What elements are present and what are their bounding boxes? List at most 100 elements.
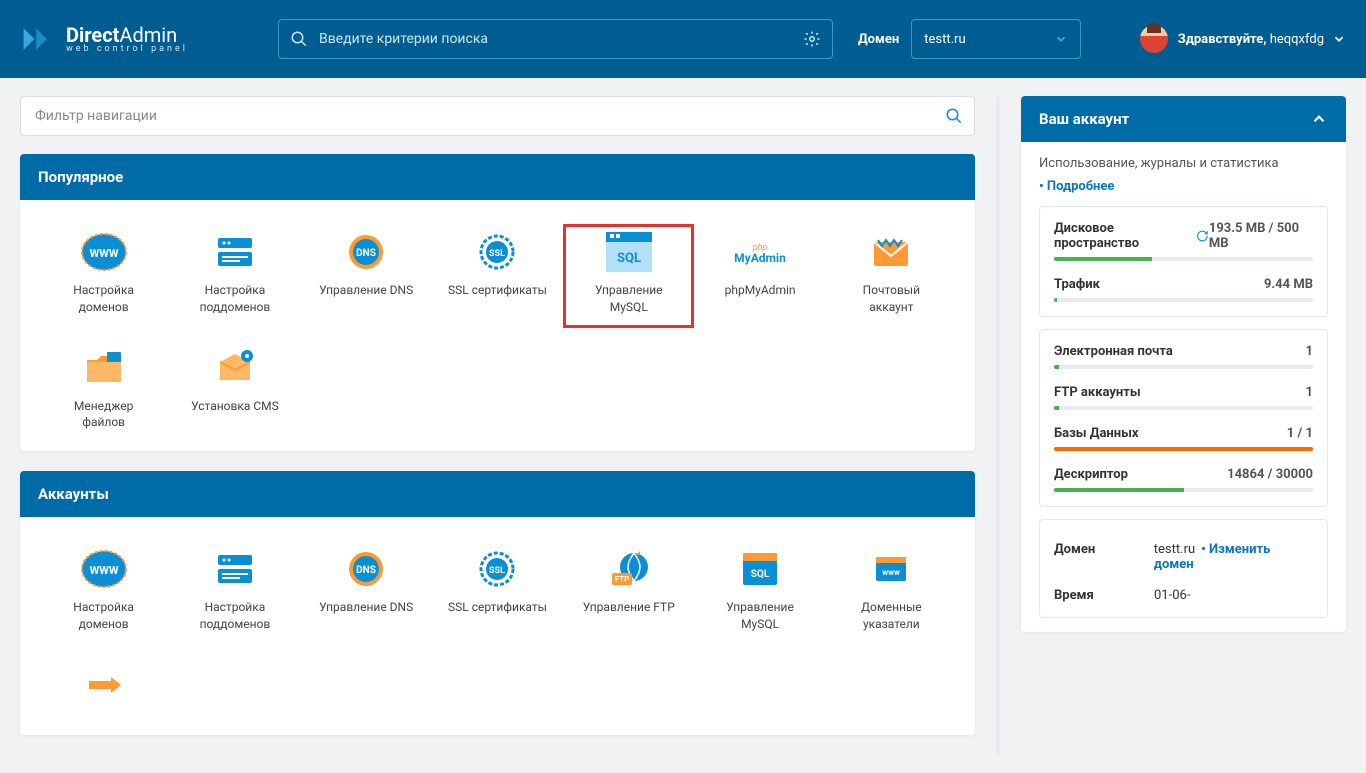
domain-select[interactable]: testt.ru [911, 19, 1081, 59]
dns-icon: DNS [305, 232, 428, 272]
tile-sql[interactable]: SQL УправлениеMySQL [563, 224, 694, 328]
svg-text:SQL: SQL [751, 569, 770, 580]
brand-bold: Direct [66, 23, 119, 47]
tile-sub[interactable]: Настройкаподдоменов [169, 541, 300, 645]
tile-label: SSL сертификаты [436, 599, 559, 616]
greeting-bold: Здравствуйте, [1178, 32, 1267, 47]
pma-icon: phpMyAdmin [698, 232, 821, 272]
tile-www[interactable]: WWW Настройкадоменов [38, 224, 169, 328]
sql-icon: SQL [567, 232, 690, 272]
sub-icon [173, 549, 296, 589]
tile-ftp[interactable]: FTP Управление FTP [563, 541, 694, 645]
tile-label: Настройкадоменов [42, 599, 165, 633]
svg-text:MyAdmin: MyAdmin [734, 251, 786, 265]
tile-cms[interactable]: Установка CMS [169, 340, 300, 444]
account-head[interactable]: Ваш аккаунт [1021, 96, 1346, 142]
logo-icon [20, 21, 56, 57]
tile-sub[interactable]: Настройкаподдоменов [169, 224, 300, 328]
domain-wrap: Домен testt.ru [858, 19, 1081, 59]
more-link[interactable]: • Подробнее [1039, 179, 1114, 194]
filter-wrap [20, 96, 975, 136]
tile-label: УправлениеMySQL [698, 599, 821, 633]
mail-icon [830, 232, 953, 272]
refresh-icon[interactable] [1196, 229, 1209, 243]
account-panel: Ваш аккаунт Использование, журналы и ста… [1021, 96, 1346, 632]
svg-text:FTP: FTP [614, 575, 629, 584]
tile-label: Настройкаподдоменов [173, 599, 296, 633]
tile-sql2[interactable]: SQL УправлениеMySQL [694, 541, 825, 645]
tile-dns[interactable]: DNSУправление DNS [301, 224, 432, 328]
tile-label: Доменныеуказатели [830, 599, 953, 633]
panel-accounts: Аккаунты WWW НастройкадоменовНастройкапод… [20, 471, 975, 735]
svg-text:DNS: DNS [356, 565, 376, 576]
sub-icon [173, 232, 296, 272]
account-sub: Использование, журналы и статистика [1039, 156, 1328, 171]
usage-box-2: Электронная почта1 FTP аккаунты1 Базы Да… [1039, 329, 1328, 507]
search-wrap [278, 19, 833, 59]
tile-ssl[interactable]: SSL SSL сертификаты [432, 541, 563, 645]
svg-text:www: www [883, 568, 901, 577]
search-icon [290, 30, 308, 48]
chevron-down-icon [1054, 32, 1068, 46]
tile-label: Управление DNS [305, 599, 428, 616]
svg-text:WWW: WWW [89, 564, 118, 577]
www-icon: WWW [42, 549, 165, 589]
svg-text:SSL: SSL [490, 249, 506, 259]
greeting-user: heqqxfdg [1270, 32, 1324, 47]
tile-label: phpMyAdmin [698, 282, 821, 299]
tile-label: Настройкадоменов [42, 282, 165, 316]
sql2-icon: SQL [698, 549, 821, 589]
user-wrap[interactable]: Здравствуйте, heqqxfdg [1140, 25, 1346, 53]
panel-head-accounts: Аккаунты [20, 471, 975, 517]
tile-www[interactable]: WWW Настройкадоменов [38, 541, 169, 645]
files-icon [42, 348, 165, 388]
svg-text:SSL: SSL [490, 566, 506, 576]
usage-disk: Дисковое пространство 193.5 MB / 500 MB [1054, 221, 1313, 261]
tile-label: Почтовыйаккаунт [830, 282, 953, 316]
tile-files[interactable]: Менеджерфайлов [38, 340, 169, 444]
www-icon: WWW [42, 232, 165, 272]
tile-label: Настройкаподдоменов [173, 282, 296, 316]
panel-popular: Популярное WWW НастройкадоменовНастройкап… [20, 154, 975, 451]
tile-label: SSL сертификаты [436, 282, 559, 299]
cms-icon [173, 348, 296, 388]
usage-box-1: Дисковое пространство 193.5 MB / 500 MB … [1039, 206, 1328, 317]
panel-head-popular: Популярное [20, 154, 975, 200]
svg-text:SQL: SQL [617, 251, 641, 266]
ssl-icon: SSL [436, 232, 559, 272]
arrow-icon [42, 665, 165, 705]
chevron-down-icon [1332, 32, 1346, 46]
avatar [1140, 25, 1168, 53]
dns-icon: DNS [305, 549, 428, 589]
tile-label: УправлениеMySQL [567, 282, 690, 316]
filter-input[interactable] [20, 96, 975, 136]
ptr-icon: www [830, 549, 953, 589]
scrollbar[interactable] [996, 96, 1000, 755]
info-box: Доменtestt.ru• Изменить домен Время01-06… [1039, 519, 1328, 618]
search-input[interactable] [278, 19, 833, 59]
domain-value: testt.ru [924, 32, 965, 47]
chevron-up-icon [1310, 110, 1328, 128]
svg-text:WWW: WWW [89, 247, 118, 260]
ssl-icon: SSL [436, 549, 559, 589]
tile-pma[interactable]: phpMyAdmin phpMyAdmin [694, 224, 825, 328]
logo[interactable]: DirectAdmin web control panel [20, 21, 188, 57]
svg-text:DNS: DNS [356, 248, 376, 259]
tile-ssl[interactable]: SSL SSL сертификаты [432, 224, 563, 328]
tile-label: Управление FTP [567, 599, 690, 616]
tile-arrow[interactable] [38, 657, 169, 727]
search-icon [945, 107, 963, 125]
gear-icon[interactable] [803, 30, 821, 48]
tile-ptr[interactable]: www Доменныеуказатели [826, 541, 957, 645]
tile-label: Установка CMS [173, 398, 296, 415]
tile-mail[interactable]: Почтовыйаккаунт [826, 224, 957, 328]
domain-label: Домен [858, 32, 899, 47]
header: DirectAdmin web control panel Домен test… [0, 0, 1366, 78]
ftp-icon: FTP [567, 549, 690, 589]
account-title: Ваш аккаунт [1039, 110, 1129, 128]
brand-thin: Admin [119, 23, 177, 47]
tile-label: Менеджерфайлов [42, 398, 165, 432]
tile-dns[interactable]: DNS Управление DNS [301, 541, 432, 645]
brand-sub: web control panel [66, 45, 188, 54]
usage-traffic: Трафик9.44 MB [1054, 277, 1313, 302]
